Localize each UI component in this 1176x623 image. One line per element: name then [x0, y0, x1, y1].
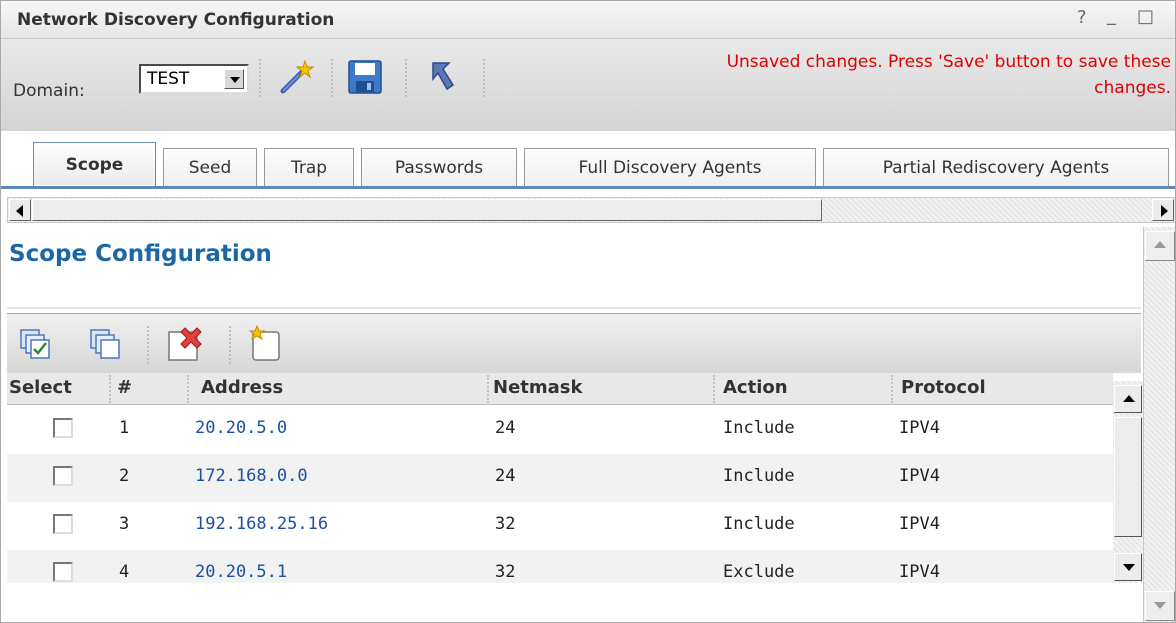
table-toolbar — [7, 313, 1141, 373]
domain-label: Domain: — [13, 81, 85, 101]
tab-seed[interactable]: Seed — [163, 148, 257, 188]
row-index: 2 — [119, 466, 130, 486]
scroll-down-button[interactable] — [1145, 591, 1175, 621]
row-action: Include — [723, 466, 795, 486]
row-protocol: IPV4 — [899, 466, 940, 486]
row-index: 4 — [119, 562, 130, 582]
tab-passwords[interactable]: Passwords — [361, 148, 517, 188]
row-action: Exclude — [723, 562, 795, 582]
save-icon[interactable] — [347, 59, 383, 99]
row-index: 3 — [119, 514, 130, 534]
scroll-right-button[interactable] — [1152, 199, 1174, 221]
window-title: Network Discovery Configuration — [17, 10, 335, 30]
table-scroll-down-button[interactable] — [1114, 553, 1142, 581]
row-address-link[interactable]: 20.20.5.0 — [195, 418, 287, 438]
heading-divider — [7, 307, 1141, 309]
column-header-protocol[interactable]: Protocol — [901, 377, 986, 398]
tab-partial-rediscovery-agents[interactable]: Partial Rediscovery Agents — [823, 148, 1169, 188]
row-netmask: 24 — [495, 418, 516, 438]
column-divider — [187, 375, 189, 403]
column-header-select: Select — [9, 377, 72, 398]
row-select-checkbox[interactable] — [53, 514, 73, 534]
new-icon[interactable] — [247, 324, 285, 366]
column-header-action[interactable]: Action — [723, 377, 788, 398]
column-header-netmask[interactable]: Netmask — [493, 377, 582, 398]
row-address-link[interactable]: 20.20.5.1 — [195, 562, 287, 582]
row-protocol: IPV4 — [899, 514, 940, 534]
toolbar-separator — [229, 326, 231, 364]
domain-select[interactable]: TEST — [139, 64, 249, 94]
row-netmask: 24 — [495, 466, 516, 486]
table-row: 3 192.168.25.16 32 Include IPV4 — [7, 502, 1113, 550]
column-header-index: # — [117, 377, 133, 398]
table-scroll-thumb[interactable] — [1114, 417, 1142, 537]
table-row: 4 20.20.5.1 32 Exclude IPV4 — [7, 550, 1113, 583]
row-select-checkbox[interactable] — [53, 562, 73, 582]
unsaved-message-line2: changes. — [1094, 78, 1171, 98]
help-button[interactable]: ? — [1077, 7, 1087, 28]
magic-wand-icon[interactable] — [277, 57, 317, 101]
tab-strip: Scope Seed Trap Passwords Full Discovery… — [1, 142, 1175, 190]
toolbar-separator — [331, 59, 333, 97]
title-bar: Network Discovery Configuration ? _ □ — [1, 1, 1175, 39]
chevron-down-icon[interactable] — [224, 69, 244, 89]
column-divider — [891, 375, 893, 403]
horizontal-scroll-thumb[interactable] — [32, 199, 822, 221]
column-header-address[interactable]: Address — [201, 377, 283, 398]
scroll-left-button[interactable] — [9, 199, 31, 221]
table-vertical-scrollbar[interactable] — [1113, 381, 1143, 583]
toolbar-separator — [147, 326, 149, 364]
network-discovery-window: Network Discovery Configuration ? _ □ Do… — [0, 0, 1176, 623]
minimize-button[interactable]: _ — [1107, 5, 1116, 26]
toolbar-separator — [483, 59, 485, 97]
horizontal-scrollbar[interactable] — [7, 197, 1175, 223]
tab-full-discovery-agents[interactable]: Full Discovery Agents — [524, 148, 816, 188]
tab-scope[interactable]: Scope — [33, 142, 156, 188]
toolbar-separator — [405, 59, 407, 97]
section-heading: Scope Configuration — [9, 241, 272, 267]
row-address-link[interactable]: 192.168.25.16 — [195, 514, 328, 534]
delete-icon[interactable] — [167, 324, 207, 366]
table-row: 1 20.20.5.0 24 Include IPV4 — [7, 406, 1113, 454]
row-protocol: IPV4 — [899, 562, 940, 582]
row-action: Include — [723, 514, 795, 534]
row-select-checkbox[interactable] — [53, 418, 73, 438]
table-header: Select # Address Netmask Action Protocol — [7, 373, 1113, 405]
row-select-checkbox[interactable] — [53, 466, 73, 486]
column-divider — [487, 375, 489, 403]
undo-arrow-icon[interactable] — [429, 59, 459, 95]
domain-select-value: TEST — [147, 69, 190, 89]
scope-table-body: 1 20.20.5.0 24 Include IPV4 2 172.168.0.… — [7, 406, 1113, 583]
main-toolbar: Domain: TEST Unsaved changes. Press 'Sav… — [1, 39, 1175, 131]
row-netmask: 32 — [495, 514, 516, 534]
row-address-link[interactable]: 172.168.0.0 — [195, 466, 308, 486]
column-divider — [713, 375, 715, 403]
row-index: 1 — [119, 418, 130, 438]
select-all-icon[interactable] — [19, 328, 51, 364]
row-action: Include — [723, 418, 795, 438]
maximize-button[interactable]: □ — [1137, 6, 1154, 27]
deselect-all-icon[interactable] — [89, 328, 121, 364]
unsaved-message-line1: Unsaved changes. Press 'Save' button to … — [726, 52, 1171, 72]
tab-trap[interactable]: Trap — [264, 148, 354, 188]
column-divider — [109, 375, 111, 403]
row-netmask: 32 — [495, 562, 516, 582]
table-scroll-up-button[interactable] — [1114, 385, 1142, 413]
scroll-up-button[interactable] — [1145, 231, 1175, 261]
unsaved-changes-message: Unsaved changes. Press 'Save' button to … — [551, 49, 1171, 101]
tab-underline — [1, 186, 1175, 189]
row-protocol: IPV4 — [899, 418, 940, 438]
toolbar-separator — [259, 59, 261, 97]
table-row: 2 172.168.0.0 24 Include IPV4 — [7, 454, 1113, 502]
vertical-scrollbar[interactable] — [1143, 227, 1175, 622]
